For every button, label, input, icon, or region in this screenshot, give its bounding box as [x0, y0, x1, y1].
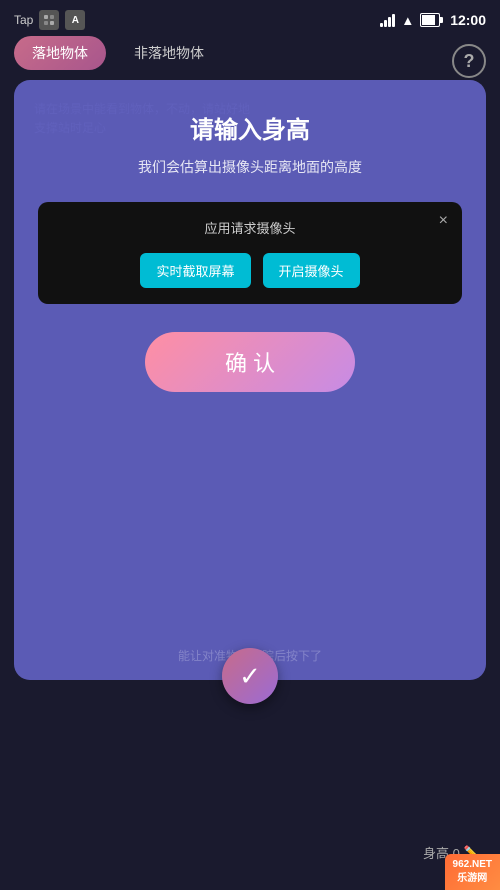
dialog-close-button[interactable]: × — [439, 212, 448, 230]
modal-subtitle: 我们会估算出摄像头距离地面的高度 — [138, 157, 362, 178]
modal-title: 请输入身高 — [190, 110, 310, 145]
camera-dialog-title: 应用请求摄像头 — [54, 218, 446, 237]
screen-capture-button[interactable]: 实时截取屏幕 — [140, 253, 250, 288]
check-icon: ✓ — [239, 661, 261, 692]
camera-dialog: × 应用请求摄像头 实时截取屏幕 开启摄像头 — [38, 202, 462, 304]
tab-bar: 落地物体 非落地物体 — [0, 36, 500, 70]
status-right: ▲ 12:00 — [380, 12, 486, 28]
watermark: 962.NET 乐游网 — [445, 854, 500, 890]
battery-icon — [420, 13, 440, 27]
modal-overlay: 请输入身高 我们会估算出摄像头距离地面的高度 × 应用请求摄像头 实时截取屏幕 … — [14, 80, 486, 680]
tab-landing-objects[interactable]: 落地物体 — [14, 36, 106, 70]
status-bar: Tap A ▲ 12:00 — [0, 0, 500, 36]
tap-label: Tap — [14, 13, 33, 27]
help-button[interactable]: ? — [452, 44, 486, 78]
status-left: Tap A — [14, 10, 85, 30]
app-icon-1 — [39, 10, 59, 30]
wifi-icon: ▲ — [401, 13, 414, 28]
camera-dialog-buttons: 实时截取屏幕 开启摄像头 — [54, 253, 446, 288]
app-icon-2: A — [65, 10, 85, 30]
open-camera-button[interactable]: 开启摄像头 — [263, 253, 360, 288]
signal-icon — [380, 13, 395, 27]
confirm-button[interactable]: 确 认 — [145, 332, 355, 392]
tab-non-landing-objects[interactable]: 非落地物体 — [116, 36, 222, 70]
check-button[interactable]: ✓ — [222, 648, 278, 704]
time-label: 12:00 — [450, 12, 486, 28]
main-area: 请在场景中能看到物体，不动，请站好地 支撑站时足心 请输入身高 我们会估算出摄像… — [14, 80, 486, 680]
